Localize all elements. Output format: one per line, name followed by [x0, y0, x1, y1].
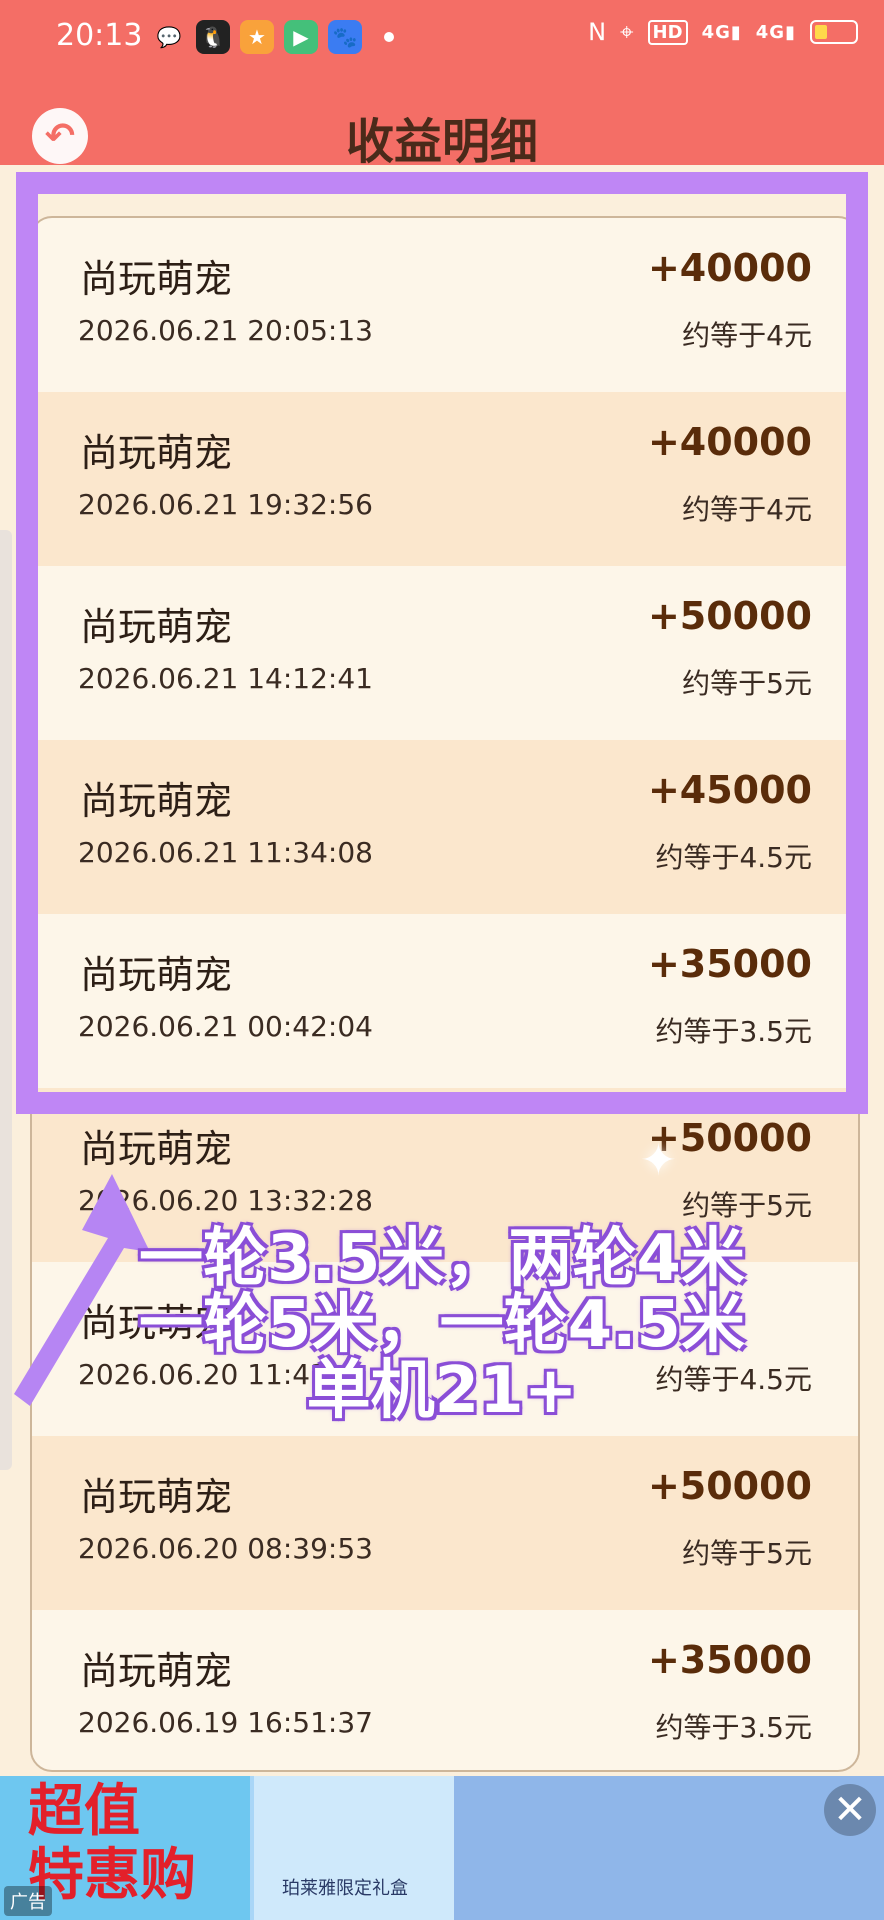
ad-headline: 超值 特惠购 — [28, 1779, 196, 1908]
record-equivalent: 约等于3.5元 — [655, 1015, 812, 1048]
location-icon: ⌖ — [620, 18, 634, 46]
video-app-icon: ▶ — [284, 20, 318, 54]
list-item[interactable]: 尚玩萌宠 2026.06.21 00:42:04 +35000 约等于3.5元 — [32, 914, 858, 1088]
nfc-icon: Ν — [588, 18, 607, 46]
app-icon: ★ — [240, 20, 274, 54]
source-name: 尚玩萌宠 — [80, 257, 233, 301]
page-title: 收益明细 — [345, 114, 538, 170]
record-equivalent: 约等于3.5元 — [655, 1711, 812, 1744]
record-equivalent: 约等于4元 — [682, 319, 812, 352]
caption-line-3: 单机21+ — [306, 1354, 578, 1428]
record-equivalent: 约等于5元 — [682, 1537, 812, 1570]
ad-panel-right — [454, 1776, 884, 1920]
status-bar: 20:13 💬 🐧 ★ ▶ 🐾 Ν ⌖ HD 4G▮ 4G▮ — [0, 0, 884, 78]
overlay-caption: 一轮3.5米，两轮4米 一轮5米，一轮4.5米 单机21+ — [0, 1226, 884, 1424]
record-amount: +45000 — [647, 768, 812, 812]
wechat-icon: 💬 — [156, 25, 182, 49]
source-name: 尚玩萌宠 — [80, 1649, 233, 1693]
record-time: 2026.06.21 14:12:41 — [78, 662, 373, 695]
record-amount: +50000 — [647, 594, 812, 638]
source-name: 尚玩萌宠 — [80, 779, 233, 823]
earnings-list: 尚玩萌宠 2026.06.21 20:05:13 +40000 约等于4元 尚玩… — [30, 216, 860, 1772]
record-equivalent: 约等于5元 — [682, 667, 812, 700]
record-amount: +35000 — [647, 1638, 812, 1682]
caption-line-2: 一轮5米，一轮4.5米 — [139, 1288, 745, 1362]
record-equivalent: 约等于4元 — [682, 493, 812, 526]
record-amount: +35000 — [647, 942, 812, 986]
source-name: 尚玩萌宠 — [80, 1475, 233, 1519]
record-amount: +50000 — [647, 1464, 812, 1508]
source-name: 尚玩萌宠 — [80, 431, 233, 475]
hd-icon: HD — [647, 19, 688, 45]
baidu-icon: 🐾 — [328, 20, 362, 54]
record-time: 2026.06.20 08:39:53 — [78, 1532, 373, 1565]
list-item[interactable]: 尚玩萌宠 2026.06.21 14:12:41 +50000 约等于5元 — [32, 566, 858, 740]
list-item[interactable]: 尚玩萌宠 2026.06.20 08:39:53 +50000 约等于5元 — [32, 1436, 858, 1610]
close-icon[interactable]: ✕ — [824, 1784, 876, 1836]
record-time: 2026.06.19 16:51:37 — [78, 1706, 373, 1739]
record-time: 2026.06.21 20:05:13 — [78, 314, 373, 347]
sparkle-icon: ✦ — [640, 1135, 677, 1186]
signal-icon-2: 4G▮ — [755, 21, 796, 43]
ad-gift-text: 珀莱雅限定礼盒 — [282, 1878, 408, 1899]
ad-banner[interactable]: 超值 特惠购 珀莱雅限定礼盒 ✕ 广告 — [0, 1776, 884, 1920]
list-item[interactable]: 尚玩萌宠 2026.06.21 11:34:08 +45000 约等于4.5元 — [32, 740, 858, 914]
signal-icon-1: 4G▮ — [701, 21, 742, 43]
system-status: Ν ⌖ HD 4G▮ 4G▮ — [588, 18, 858, 46]
notification-icons: 💬 🐧 ★ ▶ 🐾 — [152, 20, 362, 54]
caption-line-1: 一轮3.5米，两轮4米 — [139, 1222, 745, 1296]
qq-icon: 🐧 — [196, 20, 230, 54]
source-name: 尚玩萌宠 — [80, 605, 233, 649]
more-notifications-dot — [384, 32, 394, 42]
status-time: 20:13 — [56, 18, 143, 53]
record-amount: +40000 — [647, 246, 812, 290]
battery-icon — [810, 20, 858, 44]
record-amount: +40000 — [647, 420, 812, 464]
record-time: 2026.06.21 11:34:08 — [78, 836, 373, 869]
record-equivalent: 约等于5元 — [682, 1189, 812, 1222]
record-time: 2026.06.21 19:32:56 — [78, 488, 373, 521]
app-header: 20:13 💬 🐧 ★ ▶ 🐾 Ν ⌖ HD 4G▮ 4G▮ ↶ 收益明细 — [0, 0, 884, 170]
list-item[interactable]: 尚玩萌宠 2026.06.21 19:32:56 +40000 约等于4元 — [32, 392, 858, 566]
ad-label: 广告 — [4, 1886, 52, 1916]
record-equivalent: 约等于4.5元 — [655, 841, 812, 874]
list-item[interactable]: 尚玩萌宠 2026.06.19 16:51:37 +35000 约等于3.5元 — [32, 1610, 858, 1770]
list-item[interactable]: 尚玩萌宠 2026.06.21 20:05:13 +40000 约等于4元 — [32, 218, 858, 392]
source-name: 尚玩萌宠 — [80, 953, 233, 997]
record-time: 2026.06.21 00:42:04 — [78, 1010, 373, 1043]
